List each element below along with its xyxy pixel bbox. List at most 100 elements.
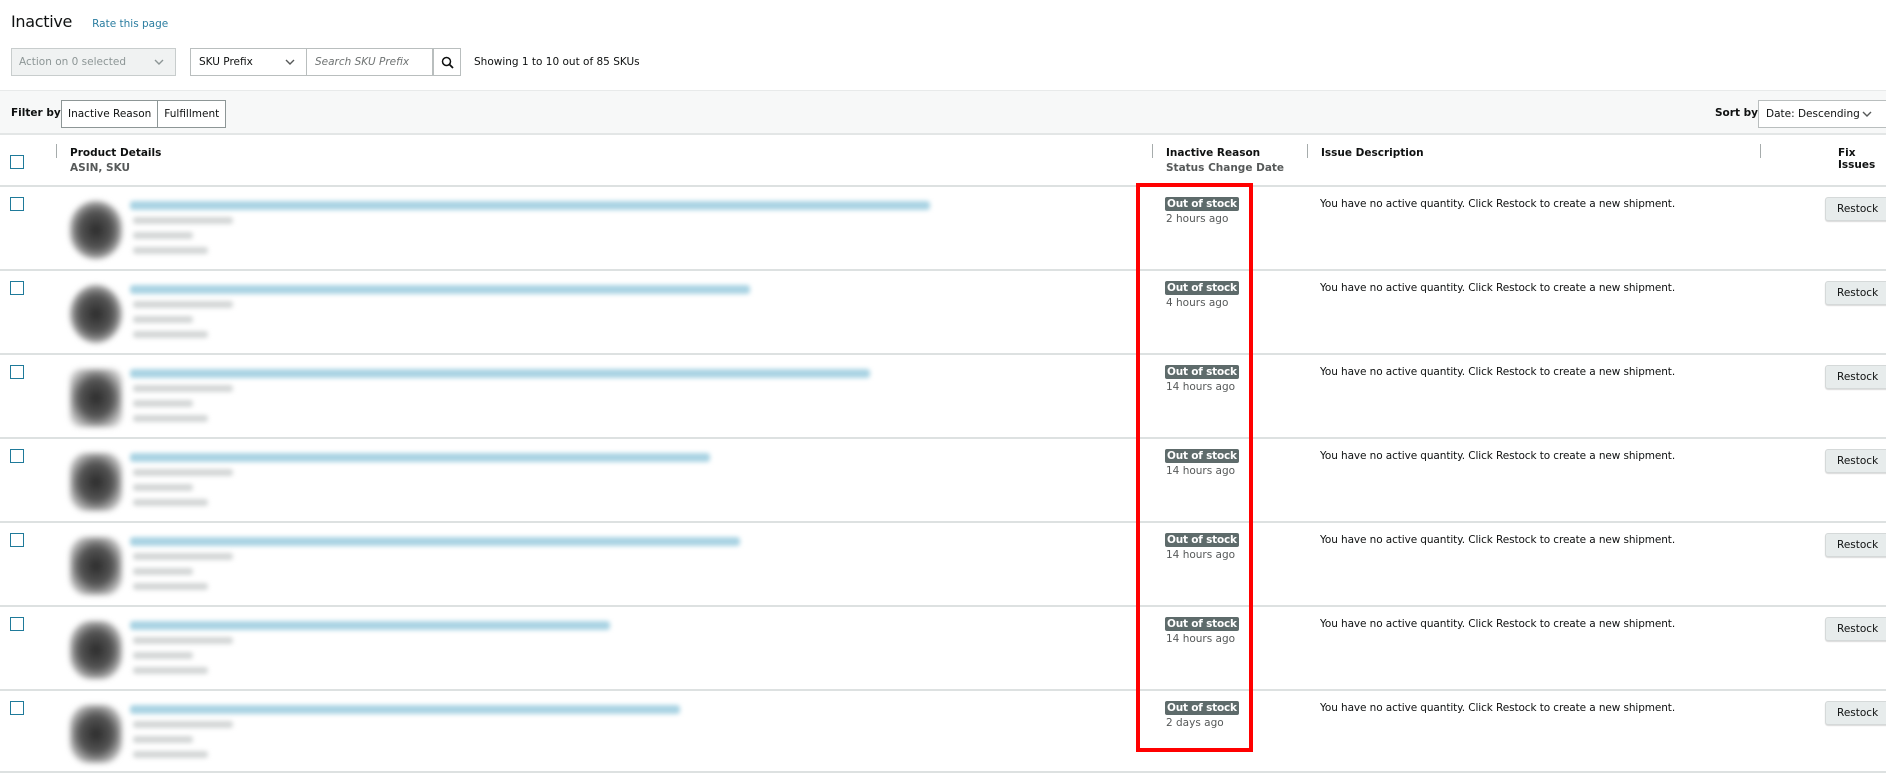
product-condition <box>133 583 208 590</box>
product-sku <box>133 736 193 743</box>
row-checkbox[interactable] <box>10 281 24 295</box>
page-header: Inactive Rate this page <box>11 12 168 31</box>
product-title-link[interactable] <box>130 369 870 378</box>
status-change-date: 14 hours ago <box>1166 549 1236 561</box>
column-divider <box>1307 144 1308 158</box>
restock-button[interactable]: Restock <box>1825 197 1886 221</box>
sort-select[interactable]: Date: Descending <box>1758 100 1886 128</box>
product-condition <box>133 331 208 338</box>
row-checkbox[interactable] <box>10 701 24 715</box>
issue-description: You have no active quantity. Click Resto… <box>1320 618 1676 630</box>
bulk-action-label: Action on 0 selected <box>19 56 126 68</box>
restock-button[interactable]: Restock <box>1825 533 1886 557</box>
product-image[interactable] <box>70 201 122 259</box>
row-checkbox[interactable] <box>10 449 24 463</box>
status-badge: Out of stock <box>1165 617 1239 631</box>
product-asin <box>133 721 233 728</box>
search-sku-input[interactable] <box>307 48 433 76</box>
status-badge: Out of stock <box>1165 197 1239 211</box>
status-change-date: 14 hours ago <box>1166 381 1236 393</box>
product-title-link[interactable] <box>130 705 680 714</box>
filter-button-group: Inactive Reason Fulfillment <box>61 100 227 128</box>
column-divider <box>1760 144 1761 158</box>
status-badge: Out of stock <box>1165 701 1239 715</box>
issue-description: You have no active quantity. Click Resto… <box>1320 366 1676 378</box>
chevron-down-icon <box>1862 111 1872 117</box>
product-asin <box>133 217 233 224</box>
status-change-date: 2 days ago <box>1166 717 1224 729</box>
reason-header-sub: Status Change Date <box>1166 162 1285 174</box>
status-change-date: 4 hours ago <box>1166 297 1229 309</box>
product-condition <box>133 751 208 758</box>
product-title-link[interactable] <box>130 201 930 210</box>
sort-value: Date: Descending <box>1766 108 1860 120</box>
product-condition <box>133 415 208 422</box>
results-count: Showing 1 to 10 out of 85 SKUs <box>474 56 640 68</box>
restock-button[interactable]: Restock <box>1825 449 1886 473</box>
product-title-link[interactable] <box>130 621 610 630</box>
product-image[interactable] <box>70 285 122 343</box>
product-image[interactable] <box>70 453 122 511</box>
search-button[interactable] <box>433 48 461 76</box>
product-title-link[interactable] <box>130 537 740 546</box>
product-sku <box>133 316 193 323</box>
toolbar: Action on 0 selected SKU Prefix Showing … <box>11 48 640 76</box>
select-all-checkbox[interactable] <box>10 155 24 169</box>
issue-description: You have no active quantity. Click Resto… <box>1320 282 1676 294</box>
status-change-date: 14 hours ago <box>1166 465 1236 477</box>
restock-button[interactable]: Restock <box>1825 281 1886 305</box>
product-image[interactable] <box>70 369 122 427</box>
restock-button[interactable]: Restock <box>1825 617 1886 641</box>
restock-button[interactable]: Restock <box>1825 365 1886 389</box>
column-divider <box>56 144 57 158</box>
product-condition <box>133 667 208 674</box>
filter-fulfillment-button[interactable]: Fulfillment <box>158 100 227 128</box>
row-checkbox[interactable] <box>10 365 24 379</box>
restock-button[interactable]: Restock <box>1825 701 1886 725</box>
table-row: Out of stock 2 hours ago You have no activ… <box>0 185 1886 269</box>
table-row: Out of stock 14 hours ago You have no acti… <box>0 353 1886 437</box>
product-image[interactable] <box>70 705 122 763</box>
rate-this-page-link[interactable]: Rate this page <box>92 18 168 30</box>
product-condition <box>133 499 208 506</box>
status-badge: Out of stock <box>1165 281 1239 295</box>
sku-prefix-label: SKU Prefix <box>199 56 253 68</box>
product-sku <box>133 232 193 239</box>
product-sku <box>133 568 193 575</box>
filter-inactive-reason-button[interactable]: Inactive Reason <box>61 100 159 128</box>
product-condition <box>133 247 208 254</box>
page-title: Inactive <box>11 12 73 31</box>
table-row: Out of stock 14 hours ago You have no acti… <box>0 605 1886 689</box>
row-checkbox[interactable] <box>10 533 24 547</box>
product-sku <box>133 400 193 407</box>
product-title-link[interactable] <box>130 285 750 294</box>
status-badge: Out of stock <box>1165 365 1239 379</box>
reason-header-label: Inactive Reason <box>1166 147 1261 159</box>
filter-by-label: Filter by <box>11 107 61 119</box>
sku-prefix-select[interactable]: SKU Prefix <box>190 48 307 76</box>
column-header-product[interactable]: Product Details ASIN, SKU <box>70 147 161 174</box>
table-header: Product Details ASIN, SKU Inactive Reaso… <box>0 137 1886 185</box>
column-header-issue: Issue Description <box>1321 147 1424 159</box>
status-change-date: 2 hours ago <box>1166 213 1229 225</box>
column-header-inactive-reason[interactable]: Inactive Reason Status Change Date <box>1166 147 1284 174</box>
product-title-link[interactable] <box>130 453 710 462</box>
product-sku <box>133 484 193 491</box>
status-change-date: 14 hours ago <box>1166 633 1236 645</box>
bulk-action-select[interactable]: Action on 0 selected <box>11 48 176 76</box>
product-sku <box>133 652 193 659</box>
table-bottom-border <box>0 771 1886 773</box>
status-badge: Out of stock <box>1165 533 1239 547</box>
product-header-label: Product Details <box>70 147 162 159</box>
table-row: Out of stock 14 hours ago You have no acti… <box>0 521 1886 605</box>
product-image[interactable] <box>70 537 122 595</box>
issue-description: You have no active quantity. Click Resto… <box>1320 450 1676 462</box>
filter-bar: Filter by Inactive Reason Fulfillment So… <box>0 90 1886 135</box>
product-image[interactable] <box>70 621 122 679</box>
row-checkbox[interactable] <box>10 617 24 631</box>
product-header-sub: ASIN, SKU <box>70 162 131 174</box>
chevron-down-icon <box>154 59 164 65</box>
sort-by-label: Sort by <box>1715 107 1758 119</box>
chevron-down-icon <box>285 59 295 65</box>
row-checkbox[interactable] <box>10 197 24 211</box>
